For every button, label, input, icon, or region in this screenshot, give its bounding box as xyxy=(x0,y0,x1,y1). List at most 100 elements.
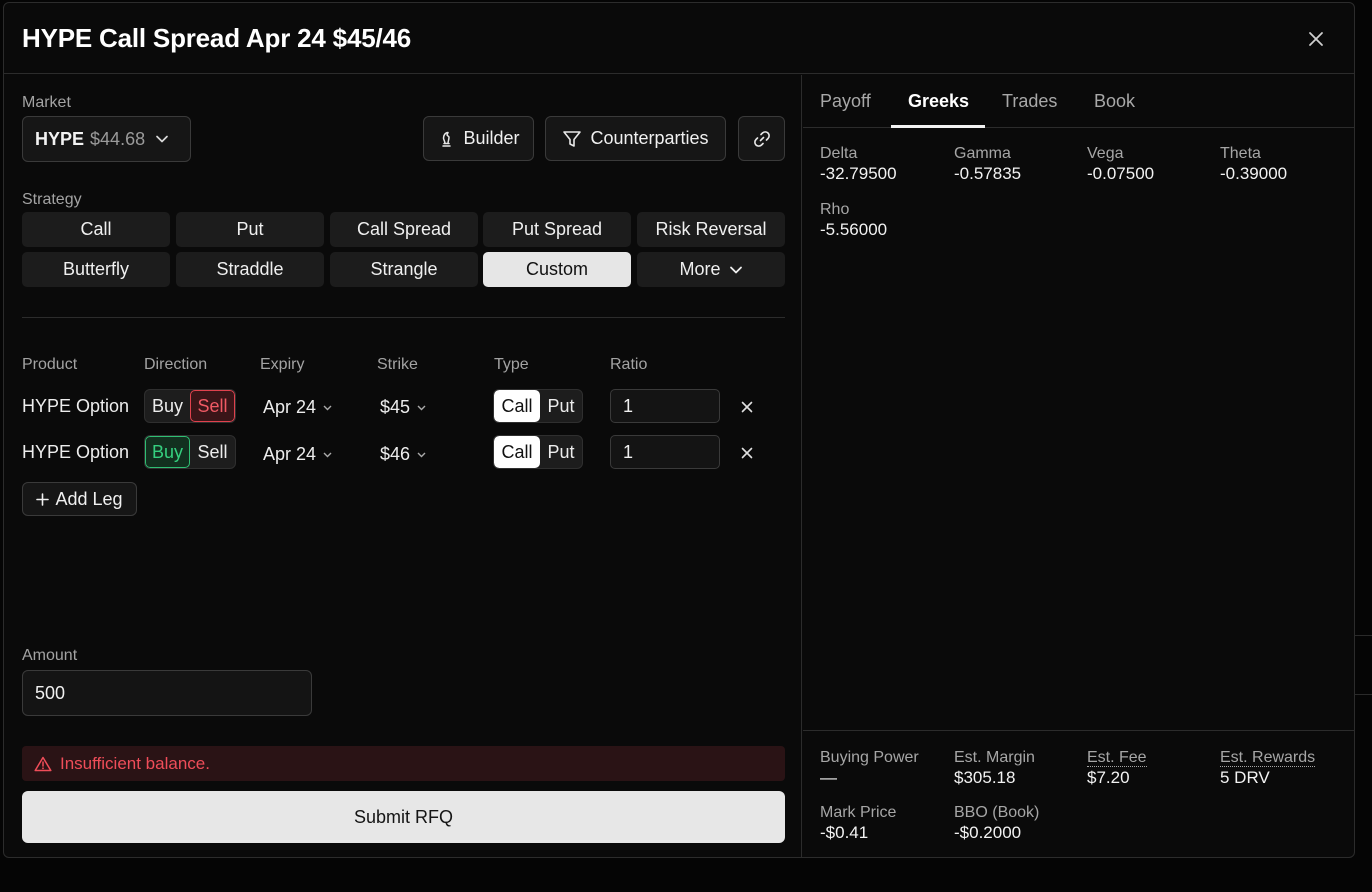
close-icon[interactable] xyxy=(737,397,757,417)
submit-rfq-button[interactable]: Submit RFQ xyxy=(22,791,785,843)
counterparties-label: Counterparties xyxy=(590,128,709,148)
put-option[interactable]: Put xyxy=(540,390,582,422)
stat-est-margin: Est. Margin $305.18 xyxy=(954,749,1035,788)
greek-delta: Delta -32.79500 xyxy=(820,145,897,184)
add-leg-button[interactable]: Add Leg xyxy=(22,482,137,516)
tab-trades[interactable]: Trades xyxy=(1002,91,1057,112)
builder-label: Builder xyxy=(463,128,520,148)
plus-icon xyxy=(36,492,50,506)
strategy-put-spread[interactable]: Put Spread xyxy=(483,212,631,247)
greek-name: Delta xyxy=(820,145,858,162)
strategy-label: Strategy xyxy=(22,191,82,208)
col-direction: Direction xyxy=(144,356,208,373)
stat-value: 5 DRV xyxy=(1220,768,1270,787)
modal-header: HYPE Call Spread Apr 24 $45/46 xyxy=(4,3,1354,74)
amount-label: Amount xyxy=(22,647,78,664)
stat-buying-power: Buying Power — xyxy=(820,749,919,788)
divider xyxy=(803,730,1354,731)
greek-value: -5.56000 xyxy=(820,220,888,239)
call-option[interactable]: Call xyxy=(494,436,540,468)
strategy-call[interactable]: Call xyxy=(22,212,170,247)
leg-product: HYPE Option xyxy=(22,442,130,462)
market-select[interactable]: HYPE $44.68 xyxy=(22,116,191,162)
add-leg-label: Add Leg xyxy=(55,488,123,509)
error-banner: Insufficient balance. xyxy=(22,746,785,781)
strategy-more[interactable]: More xyxy=(637,252,785,287)
sell-option[interactable]: Sell xyxy=(190,436,235,468)
strike-select[interactable]: $45 xyxy=(380,397,427,418)
greek-rho: Rho -5.56000 xyxy=(820,201,887,240)
greek-value: -0.39000 xyxy=(1220,164,1288,183)
greek-theta: Theta -0.39000 xyxy=(1220,145,1287,184)
copy-link-button[interactable] xyxy=(738,116,785,161)
chevron-down-icon xyxy=(322,449,333,460)
call-option[interactable]: Call xyxy=(494,390,540,422)
ratio-input[interactable] xyxy=(610,389,720,423)
direction-toggle: Buy Sell xyxy=(144,389,236,423)
builder-button[interactable]: Builder xyxy=(423,116,534,161)
stat-mark-price: Mark Price -$0.41 xyxy=(820,804,896,843)
divider xyxy=(22,317,785,318)
put-option[interactable]: Put xyxy=(540,436,582,468)
greek-name: Gamma xyxy=(954,145,1011,162)
strike-value: $46 xyxy=(380,444,411,464)
col-type: Type xyxy=(494,356,529,373)
close-icon[interactable] xyxy=(1304,27,1328,51)
tab-bar: Payoff Greeks Trades Book xyxy=(803,75,1354,128)
market-price: $44.68 xyxy=(90,128,146,149)
more-label: More xyxy=(679,259,721,279)
tab-payoff[interactable]: Payoff xyxy=(820,91,871,112)
close-icon[interactable] xyxy=(737,443,757,463)
strategy-call-spread[interactable]: Call Spread xyxy=(330,212,478,247)
strategy-straddle[interactable]: Straddle xyxy=(176,252,324,287)
expiry-select[interactable]: Apr 24 xyxy=(263,397,333,418)
sell-option[interactable]: Sell xyxy=(190,390,235,422)
type-toggle: Call Put xyxy=(493,435,583,469)
col-expiry: Expiry xyxy=(260,356,305,373)
type-toggle: Call Put xyxy=(493,389,583,423)
expiry-select[interactable]: Apr 24 xyxy=(263,444,333,465)
stat-value: -$0.2000 xyxy=(954,823,1022,842)
buy-option[interactable]: Buy xyxy=(145,390,190,422)
expiry-value: Apr 24 xyxy=(263,397,317,417)
direction-toggle: Buy Sell xyxy=(144,435,236,469)
greek-name: Theta xyxy=(1220,145,1261,162)
col-strike: Strike xyxy=(377,356,418,373)
greek-name: Vega xyxy=(1087,145,1124,162)
stat-name[interactable]: Est. Rewards xyxy=(1220,749,1316,767)
chevron-down-icon xyxy=(416,449,427,460)
stat-bbo-book: BBO (Book) -$0.2000 xyxy=(954,804,1039,843)
order-form: Market HYPE $44.68 Builder Counterpartie… xyxy=(4,75,802,857)
greek-vega: Vega -0.07500 xyxy=(1087,145,1154,184)
stat-value: — xyxy=(820,768,837,787)
greek-value: -0.07500 xyxy=(1087,164,1155,183)
active-tab-indicator xyxy=(891,125,985,128)
strike-select[interactable]: $46 xyxy=(380,444,427,465)
chevron-down-icon xyxy=(729,263,743,277)
stat-est-fee: Est. Fee $7.20 xyxy=(1087,749,1147,788)
tab-book[interactable]: Book xyxy=(1094,91,1135,112)
analysis-panel: Payoff Greeks Trades Book Delta -32.7950… xyxy=(803,75,1354,857)
tab-greeks[interactable]: Greeks xyxy=(908,91,969,112)
stat-name: Mark Price xyxy=(820,804,897,821)
link-icon xyxy=(752,129,772,149)
stat-name: Buying Power xyxy=(820,749,919,766)
counterparties-button[interactable]: Counterparties xyxy=(545,116,726,161)
warning-icon xyxy=(34,756,52,772)
ratio-input[interactable] xyxy=(610,435,720,469)
chevron-down-icon xyxy=(155,132,169,146)
leg-product: HYPE Option xyxy=(22,396,130,416)
rfq-modal: HYPE Call Spread Apr 24 $45/46 Market HY… xyxy=(3,2,1355,858)
strategy-custom[interactable]: Custom xyxy=(483,252,631,287)
stat-name[interactable]: Est. Fee xyxy=(1087,749,1147,767)
amount-input[interactable] xyxy=(22,670,312,716)
chevron-down-icon xyxy=(416,402,427,413)
strategy-strangle[interactable]: Strangle xyxy=(330,252,478,287)
strategy-risk-reversal[interactable]: Risk Reversal xyxy=(637,212,785,247)
strategy-put[interactable]: Put xyxy=(176,212,324,247)
market-symbol: HYPE xyxy=(35,128,85,149)
strategy-butterfly[interactable]: Butterfly xyxy=(22,252,170,287)
buy-option[interactable]: Buy xyxy=(145,436,190,468)
modal-title: HYPE Call Spread Apr 24 $45/46 xyxy=(22,23,412,53)
market-label: Market xyxy=(22,94,71,111)
